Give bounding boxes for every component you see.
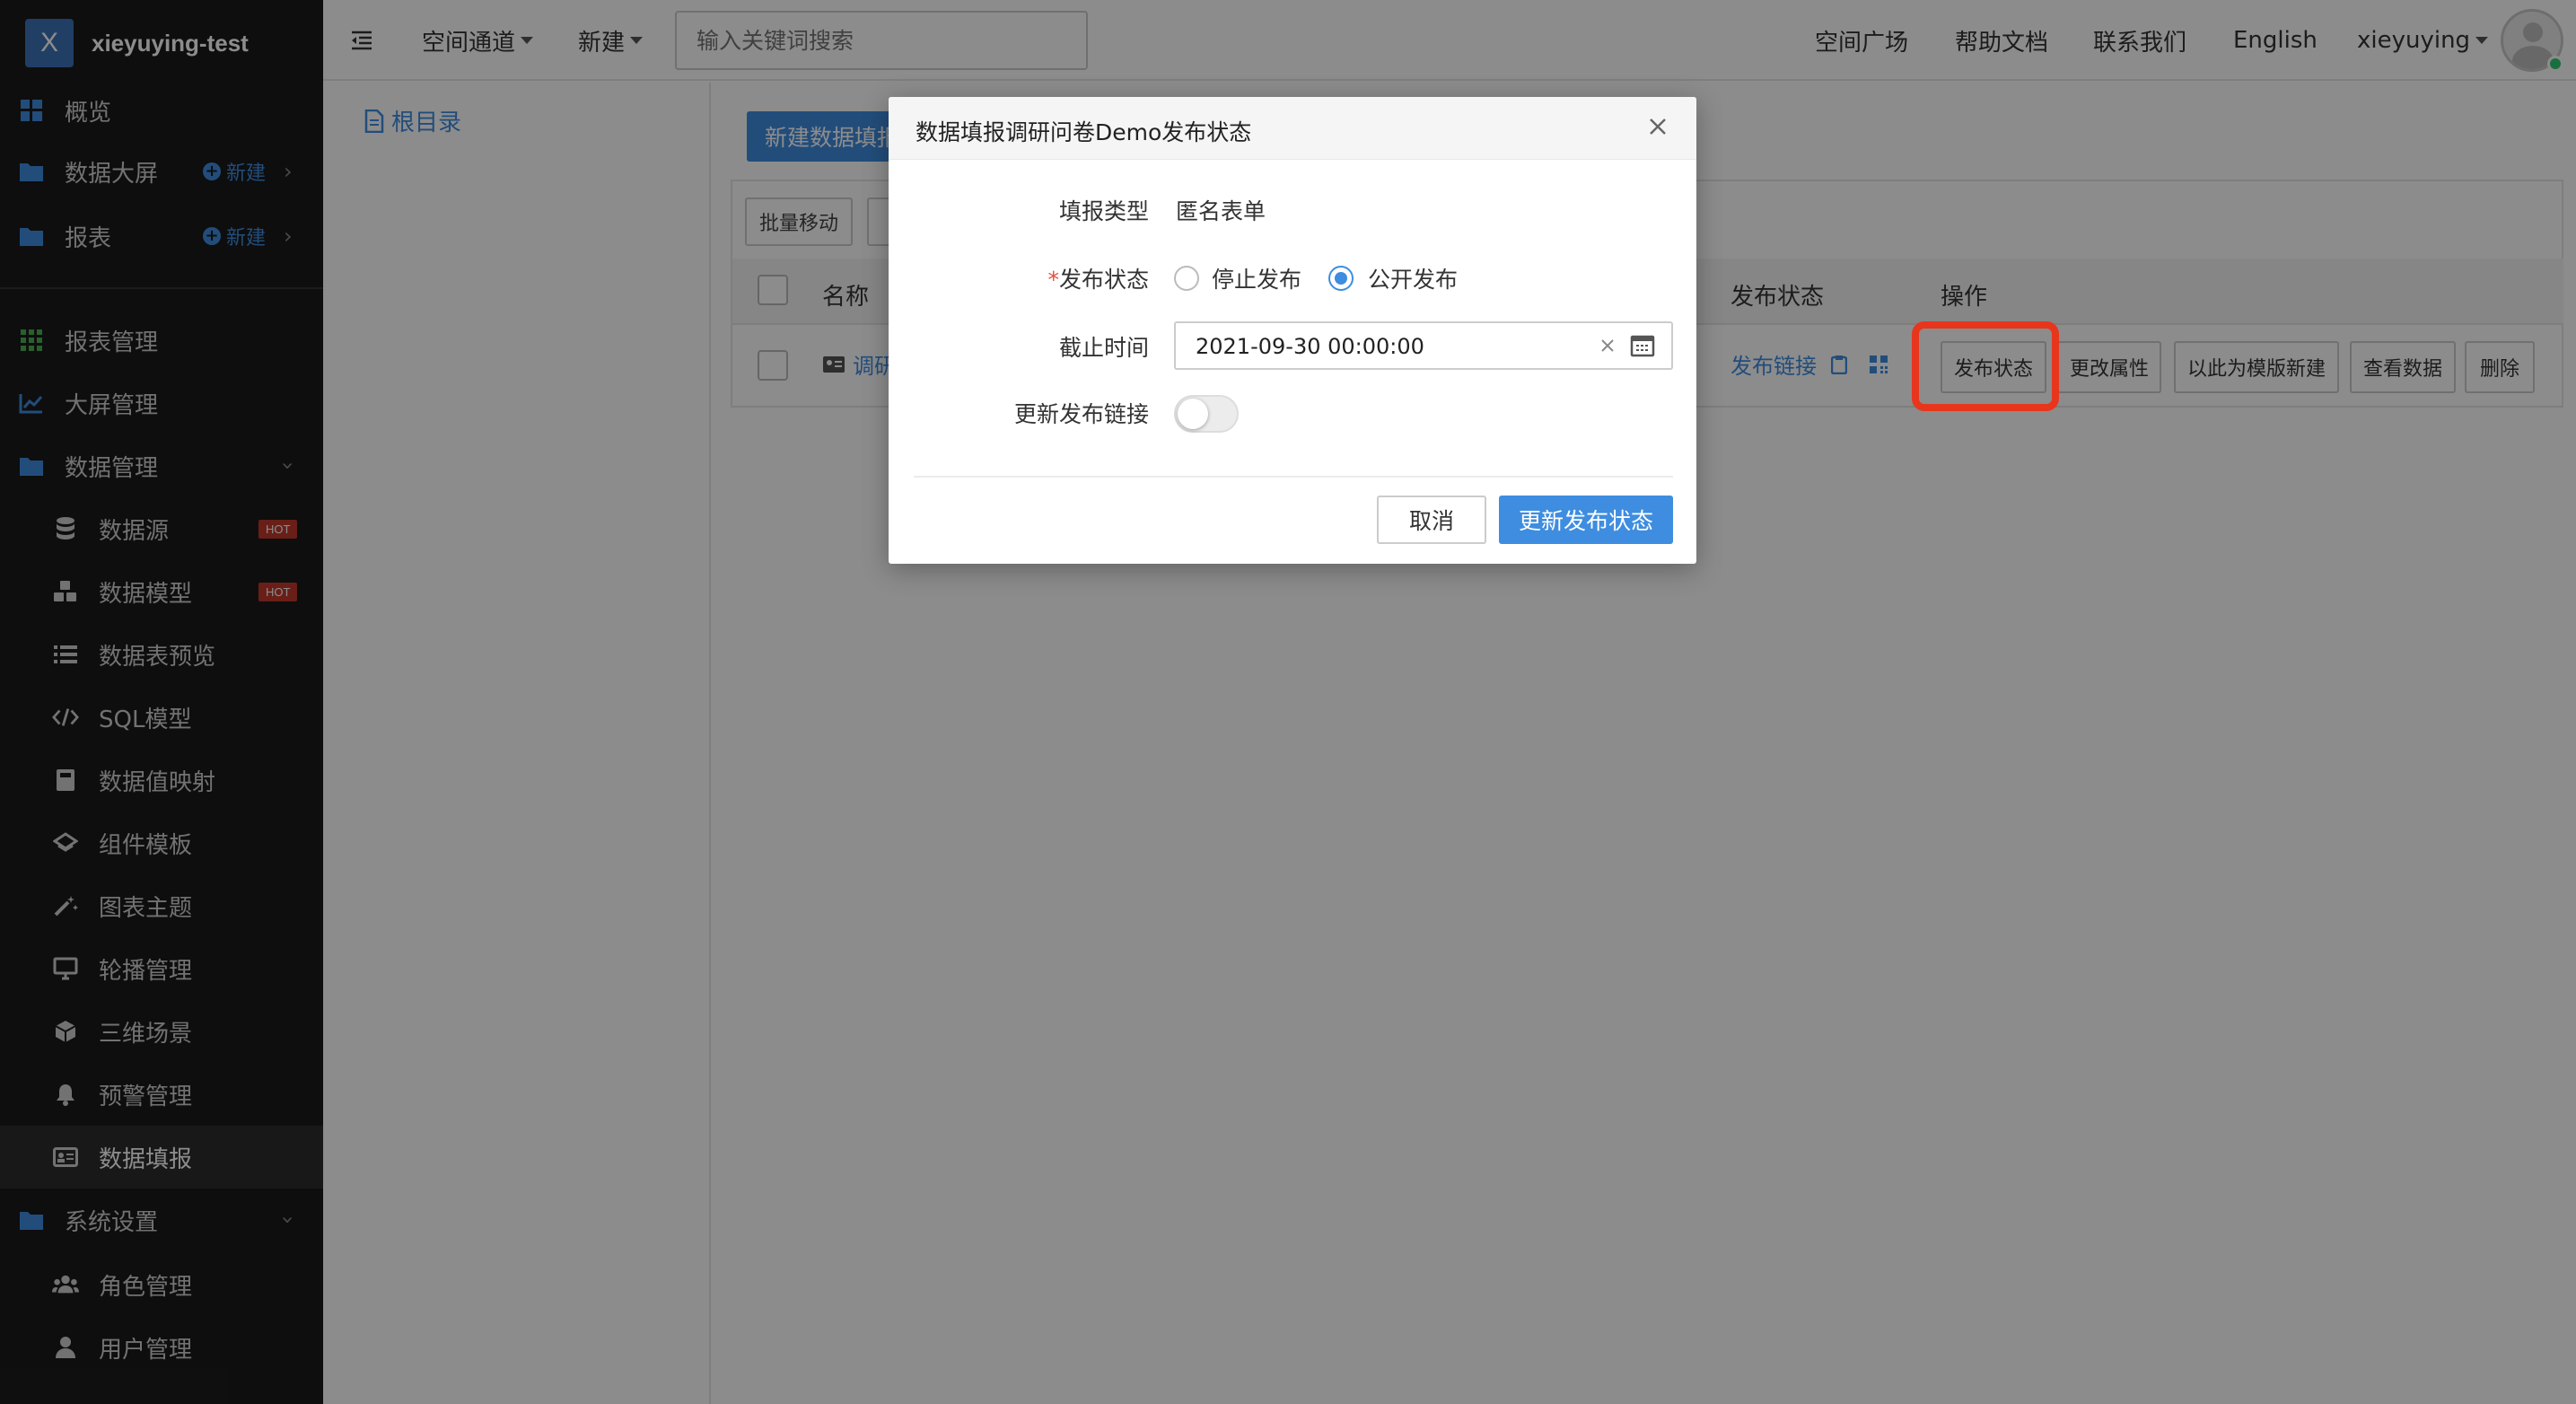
fill-type-label: 填报类型 (1058, 198, 1149, 224)
publish-status-modal: 数据填报调研问卷Demo发布状态 填报类型 匿名表单 *发布状态 停止发布 公开… (889, 97, 1696, 564)
modal-footer-divider (914, 476, 1673, 478)
toggle-knob (1178, 399, 1208, 429)
cancel-button[interactable]: 取消 (1377, 496, 1486, 544)
radio-public-publish[interactable] (1328, 266, 1354, 291)
radio-stop-publish-label[interactable]: 停止发布 (1212, 262, 1301, 294)
deadline-input[interactable]: 2021-09-30 00:00:00 (1174, 321, 1673, 370)
deadline-value: 2021-09-30 00:00:00 (1196, 334, 1424, 359)
close-button[interactable] (1643, 111, 1673, 142)
radio-stop-publish[interactable] (1174, 266, 1199, 291)
fill-type-value: 匿名表单 (1176, 198, 1266, 224)
deadline-label: 截止时间 (1058, 335, 1149, 361)
radio-public-publish-label[interactable]: 公开发布 (1368, 262, 1458, 294)
highlight-box (1912, 321, 2059, 411)
close-icon (1650, 118, 1666, 135)
required-asterisk: * (1047, 267, 1059, 293)
refresh-link-label: 更新发布链接 (1013, 401, 1149, 427)
modal-title: 数据填报调研问卷Demo发布状态 (916, 119, 1252, 145)
refresh-link-toggle[interactable] (1174, 395, 1239, 433)
clear-icon[interactable] (1598, 336, 1617, 355)
update-publish-status-button[interactable]: 更新发布状态 (1499, 496, 1673, 544)
calendar-icon[interactable] (1630, 334, 1655, 357)
publish-status-label: *发布状态 (1047, 262, 1149, 294)
publish-status-label-text: 发布状态 (1058, 267, 1149, 293)
modal-header: 数据填报调研问卷Demo发布状态 (889, 97, 1696, 160)
